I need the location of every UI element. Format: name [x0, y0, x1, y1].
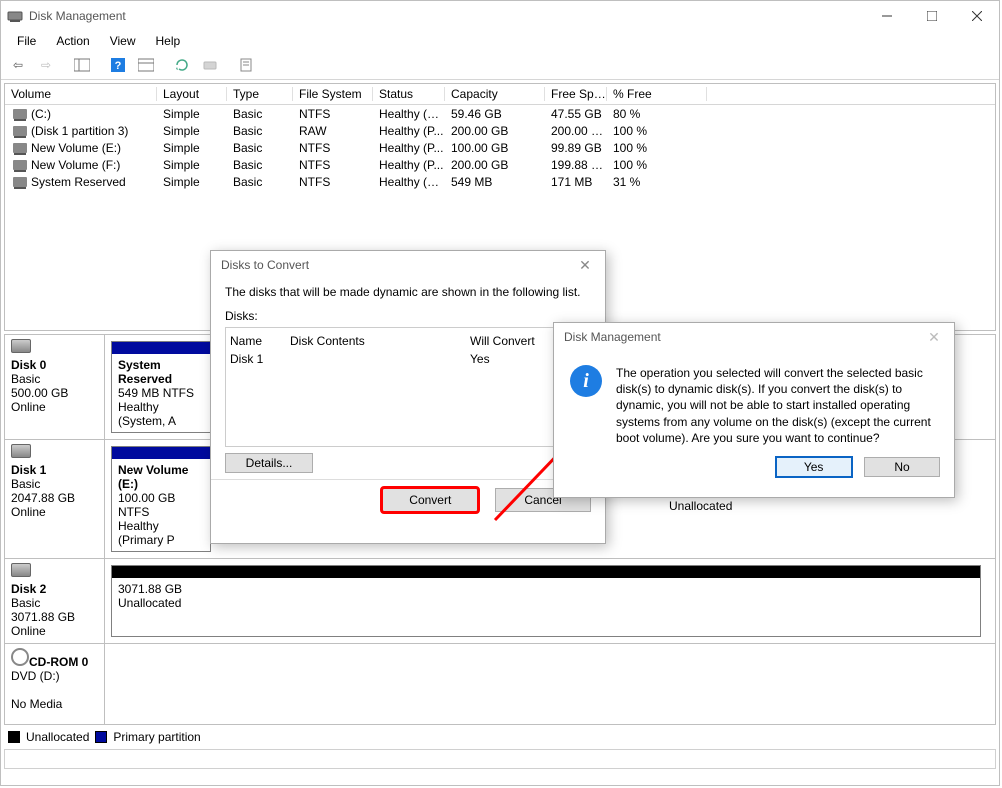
disk-info[interactable]: CD-ROM 0DVD (D:)No Media	[5, 644, 105, 724]
dialog-title: Disks to Convert	[221, 258, 309, 272]
status-bar	[4, 749, 996, 769]
confirm-title: Disk Management	[564, 330, 661, 344]
col-capacity[interactable]: Capacity	[445, 87, 545, 101]
col-status[interactable]: Status	[373, 87, 445, 101]
col-name: Name	[230, 334, 290, 348]
confirm-message: The operation you selected will convert …	[616, 365, 938, 446]
refresh-button[interactable]	[169, 53, 195, 77]
col-filesystem[interactable]: File System	[293, 87, 373, 101]
dialog-close-icon[interactable]: ✕	[565, 257, 605, 274]
convert-button[interactable]: Convert	[382, 488, 478, 512]
disk-info[interactable]: Disk 0Basic500.00 GBOnline	[5, 335, 105, 439]
confirm-titlebar: Disk Management ✕	[554, 323, 954, 351]
volume-row[interactable]: (Disk 1 partition 3)SimpleBasicRAWHealth…	[5, 122, 995, 139]
partition[interactable]: New Volume (E:)100.00 GB NTFSHealthy (Pr…	[111, 446, 211, 552]
yes-button[interactable]: Yes	[775, 456, 853, 478]
disk-map: 3071.88 GBUnallocated	[105, 559, 995, 643]
minimize-button[interactable]	[864, 1, 909, 31]
col-contents: Disk Contents	[290, 334, 470, 348]
disk-icon	[11, 339, 31, 353]
underlying-unallocated-label: Unallocated	[669, 499, 732, 513]
col-pctfree[interactable]: % Free	[607, 87, 707, 101]
disk-map	[105, 644, 995, 724]
menu-action[interactable]: Action	[46, 32, 99, 50]
volume-icon	[13, 143, 27, 153]
col-layout[interactable]: Layout	[157, 87, 227, 101]
partition[interactable]: System Reserved549 MB NTFSHealthy (Syste…	[111, 341, 211, 433]
col-type[interactable]: Type	[227, 87, 293, 101]
volume-icon	[13, 160, 27, 170]
col-volume[interactable]: Volume	[5, 87, 157, 101]
disk-icon	[11, 563, 31, 577]
help-button[interactable]: ?	[105, 53, 131, 77]
volume-row[interactable]: (C:)SimpleBasicNTFSHealthy (B...59.46 GB…	[5, 105, 995, 122]
volume-icon	[13, 126, 27, 136]
toolbar: ⇦ ⇨ ?	[1, 51, 999, 80]
menu-help[interactable]: Help	[146, 32, 191, 50]
disks-label: Disks:	[225, 309, 591, 323]
forward-button[interactable]: ⇨	[33, 53, 59, 77]
legend-swatch-primary	[95, 731, 107, 743]
app-icon	[7, 8, 23, 24]
svg-text:?: ?	[115, 60, 122, 72]
details-button[interactable]: Details...	[225, 453, 313, 473]
confirm-close-icon[interactable]: ✕	[914, 329, 954, 346]
confirm-dialog: Disk Management ✕ i The operation you se…	[553, 322, 955, 498]
close-button[interactable]	[954, 1, 999, 31]
properties-button[interactable]	[233, 53, 259, 77]
volume-list-header: Volume Layout Type File System Status Ca…	[5, 84, 995, 105]
titlebar: Disk Management	[1, 1, 999, 31]
volume-row[interactable]: New Volume (E:)SimpleBasicNTFSHealthy (P…	[5, 139, 995, 156]
settings-button[interactable]	[133, 53, 159, 77]
volume-icon	[13, 109, 27, 119]
disk-row[interactable]: Disk 1 Yes	[230, 350, 586, 368]
dialog-titlebar: Disks to Convert ✕	[211, 251, 605, 279]
col-free[interactable]: Free Spa...	[545, 87, 607, 101]
maximize-button[interactable]	[909, 1, 954, 31]
volume-row[interactable]: New Volume (F:)SimpleBasicNTFSHealthy (P…	[5, 156, 995, 173]
disk-row: Disk 2Basic3071.88 GBOnline3071.88 GBUna…	[5, 559, 995, 644]
disk-info[interactable]: Disk 2Basic3071.88 GBOnline	[5, 559, 105, 643]
rescan-button[interactable]	[197, 53, 223, 77]
disks-to-convert-dialog: Disks to Convert ✕ The disks that will b…	[210, 250, 606, 544]
disk-icon	[11, 444, 31, 458]
partition[interactable]: 3071.88 GBUnallocated	[111, 565, 981, 637]
disk-info[interactable]: Disk 1Basic2047.88 GBOnline	[5, 440, 105, 558]
col-willconvert: Will Convert	[470, 334, 560, 348]
no-button[interactable]: No	[864, 457, 940, 477]
dialog-message: The disks that will be made dynamic are …	[225, 285, 591, 299]
info-icon: i	[570, 365, 602, 397]
menu-file[interactable]: File	[7, 32, 46, 50]
legend-unallocated: Unallocated	[26, 730, 89, 744]
menubar: File Action View Help	[1, 31, 999, 51]
disk-row: CD-ROM 0DVD (D:)No Media	[5, 644, 995, 724]
window-title: Disk Management	[29, 9, 126, 23]
show-hide-console-tree-button[interactable]	[69, 53, 95, 77]
legend: Unallocated Primary partition	[4, 728, 996, 746]
volume-icon	[13, 177, 27, 187]
back-button[interactable]: ⇦	[5, 53, 31, 77]
cdrom-icon	[11, 648, 29, 666]
menu-view[interactable]: View	[100, 32, 146, 50]
disks-list[interactable]: Name Disk Contents Will Convert Disk 1 Y…	[225, 327, 591, 447]
legend-swatch-unallocated	[8, 731, 20, 743]
volume-row[interactable]: System ReservedSimpleBasicNTFSHealthy (S…	[5, 173, 995, 190]
legend-primary: Primary partition	[113, 730, 200, 744]
